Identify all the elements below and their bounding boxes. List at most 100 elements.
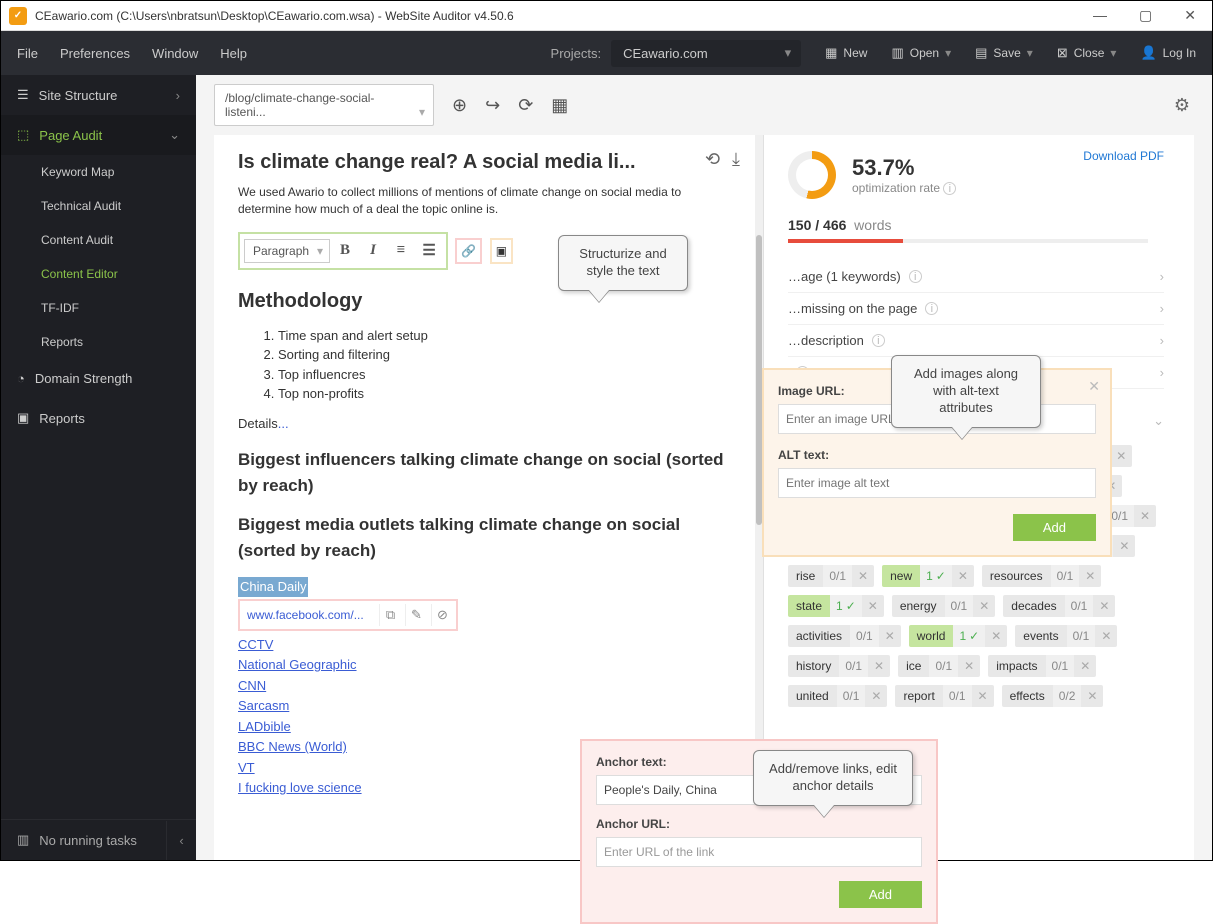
remove-keyword-icon[interactable]: ✕ (1081, 685, 1103, 707)
keyword-chip[interactable]: state1 ✓✕ (788, 595, 884, 617)
keyword-chip[interactable]: effects0/2✕ (1002, 685, 1104, 707)
sidebar-page-audit[interactable]: ⬚Page Audit⌄ (1, 115, 196, 155)
outlet-link[interactable]: BBC News (World) (238, 739, 347, 754)
outlet-link[interactable]: CCTV (238, 637, 273, 652)
outlet-link[interactable]: CNN (238, 678, 266, 693)
details-link[interactable]: Details... (238, 414, 742, 434)
sidebar-site-structure[interactable]: ☰Site Structure› (1, 75, 196, 115)
outlet-link[interactable]: National Geographic (238, 657, 357, 672)
link-tool[interactable]: 🔗 (455, 238, 482, 264)
info-icon[interactable]: i (925, 302, 938, 315)
keyword-chip[interactable]: energy0/1✕ (892, 595, 995, 617)
remove-keyword-icon[interactable]: ✕ (972, 685, 994, 707)
calendar-icon[interactable]: ▦ (547, 91, 572, 120)
page-url-dropdown[interactable]: /blog/climate-change-social-listeni... (214, 84, 434, 126)
remove-keyword-icon[interactable]: ✕ (865, 685, 887, 707)
tasks-indicator[interactable]: ▥No running tasks (1, 820, 166, 860)
image-tool[interactable]: ▣ (490, 238, 513, 264)
close-button[interactable]: ⊠Close▾ (1057, 45, 1117, 61)
outlet-link[interactable]: I fucking love science (238, 780, 362, 795)
link-url-text[interactable]: www.facebook.com/... (243, 604, 375, 626)
sidebar-technical-audit[interactable]: Technical Audit (1, 189, 196, 223)
download-pdf-link[interactable]: Download PDF (1083, 149, 1164, 163)
issue-row[interactable]: …description i› (788, 325, 1164, 357)
unlink-icon[interactable]: ⊘ (431, 604, 453, 626)
collapse-sidebar[interactable]: ‹ (166, 821, 196, 860)
sidebar-tfidf[interactable]: TF-IDF (1, 291, 196, 325)
remove-keyword-icon[interactable]: ✕ (1074, 655, 1096, 677)
save-button[interactable]: ▤Save▾ (975, 45, 1033, 61)
add-icon[interactable]: ⊕ (448, 91, 471, 120)
menu-help[interactable]: Help (220, 46, 247, 61)
share-icon[interactable]: ↪ (481, 91, 504, 120)
keyword-chip[interactable]: rise0/1✕ (788, 565, 874, 587)
minimize-button[interactable]: — (1085, 5, 1115, 26)
sidebar-domain-strength[interactable]: ◔Domain Strength (1, 359, 196, 398)
keyword-chip[interactable]: decades0/1✕ (1003, 595, 1115, 617)
outlet-link[interactable]: Sarcasm (238, 698, 289, 713)
remove-keyword-icon[interactable]: ✕ (879, 625, 901, 647)
sidebar-content-audit[interactable]: Content Audit (1, 223, 196, 257)
maximize-button[interactable]: ▢ (1131, 5, 1160, 26)
login-button[interactable]: 👤Log In (1140, 45, 1196, 61)
keyword-chip[interactable]: world1 ✓✕ (909, 625, 1008, 647)
sidebar-reports-main[interactable]: ▣Reports (1, 398, 196, 438)
download-icon[interactable]: ⤓ (732, 149, 740, 170)
remove-keyword-icon[interactable]: ✕ (852, 565, 874, 587)
keyword-chip[interactable]: activities0/1✕ (788, 625, 901, 647)
keyword-chip[interactable]: history0/1✕ (788, 655, 890, 677)
selected-anchor[interactable]: China Daily (238, 577, 308, 597)
remove-keyword-icon[interactable]: ✕ (973, 595, 995, 617)
keyword-chip[interactable]: events0/1✕ (1015, 625, 1117, 647)
remove-keyword-icon[interactable]: ✕ (1113, 535, 1135, 557)
open-button[interactable]: ▥Open▾ (891, 45, 951, 61)
add-image-button[interactable]: Add (1013, 514, 1096, 541)
remove-keyword-icon[interactable]: ✕ (1093, 595, 1115, 617)
remove-keyword-icon[interactable]: ✕ (985, 625, 1007, 647)
image-alt-input[interactable] (778, 468, 1096, 498)
issue-row[interactable]: …missing on the page i› (788, 293, 1164, 325)
remove-keyword-icon[interactable]: ✕ (958, 655, 980, 677)
info-icon[interactable]: i (909, 270, 922, 283)
sidebar-keyword-map[interactable]: Keyword Map (1, 155, 196, 189)
anchor-url-input[interactable]: Enter URL of the link (596, 837, 922, 867)
info-icon[interactable]: i (943, 182, 956, 195)
reload-icon[interactable]: ⟲ (705, 149, 720, 170)
remove-keyword-icon[interactable]: ✕ (1079, 565, 1101, 587)
project-dropdown[interactable]: CEawario.com (611, 40, 801, 67)
menu-preferences[interactable]: Preferences (60, 46, 130, 61)
add-anchor-button[interactable]: Add (839, 881, 922, 908)
edit-icon[interactable]: ✎ (405, 604, 427, 626)
sidebar-content-editor[interactable]: Content Editor (1, 257, 196, 291)
info-icon[interactable]: i (872, 334, 885, 347)
close-window-button[interactable]: ✕ (1176, 5, 1204, 26)
close-icon[interactable]: ✕ (1088, 378, 1100, 395)
menu-file[interactable]: File (17, 46, 38, 61)
issue-row[interactable]: …age (1 keywords) i› (788, 261, 1164, 293)
remove-keyword-icon[interactable]: ✕ (1134, 505, 1156, 527)
keyword-chip[interactable]: impacts0/1✕ (988, 655, 1096, 677)
copy-icon[interactable]: ⧉ (379, 604, 401, 626)
keyword-chip[interactable]: new1 ✓✕ (882, 565, 974, 587)
menu-window[interactable]: Window (152, 46, 198, 61)
remove-keyword-icon[interactable]: ✕ (1095, 625, 1117, 647)
outlet-link[interactable]: LADbible (238, 719, 291, 734)
settings-icon[interactable]: ⚙ (1170, 91, 1194, 120)
keyword-chip[interactable]: report0/1✕ (895, 685, 993, 707)
bold-button[interactable]: B (332, 238, 358, 264)
refresh-icon[interactable]: ⟳ (514, 91, 537, 120)
remove-keyword-icon[interactable]: ✕ (952, 565, 974, 587)
sidebar-reports[interactable]: Reports (1, 325, 196, 359)
paragraph-select[interactable]: Paragraph (244, 239, 330, 263)
remove-keyword-icon[interactable]: ✕ (862, 595, 884, 617)
keyword-chip[interactable]: united0/1✕ (788, 685, 887, 707)
keyword-chip[interactable]: resources0/1✕ (982, 565, 1101, 587)
italic-button[interactable]: I (360, 238, 386, 264)
ul-button[interactable]: ☰ (416, 238, 442, 264)
remove-keyword-icon[interactable]: ✕ (868, 655, 890, 677)
keyword-chip[interactable]: ice0/1✕ (898, 655, 980, 677)
ol-button[interactable]: ≡ (388, 238, 414, 264)
outlet-link[interactable]: VT (238, 760, 255, 775)
remove-keyword-icon[interactable]: ✕ (1110, 445, 1132, 467)
new-button[interactable]: ▦New (825, 45, 867, 61)
